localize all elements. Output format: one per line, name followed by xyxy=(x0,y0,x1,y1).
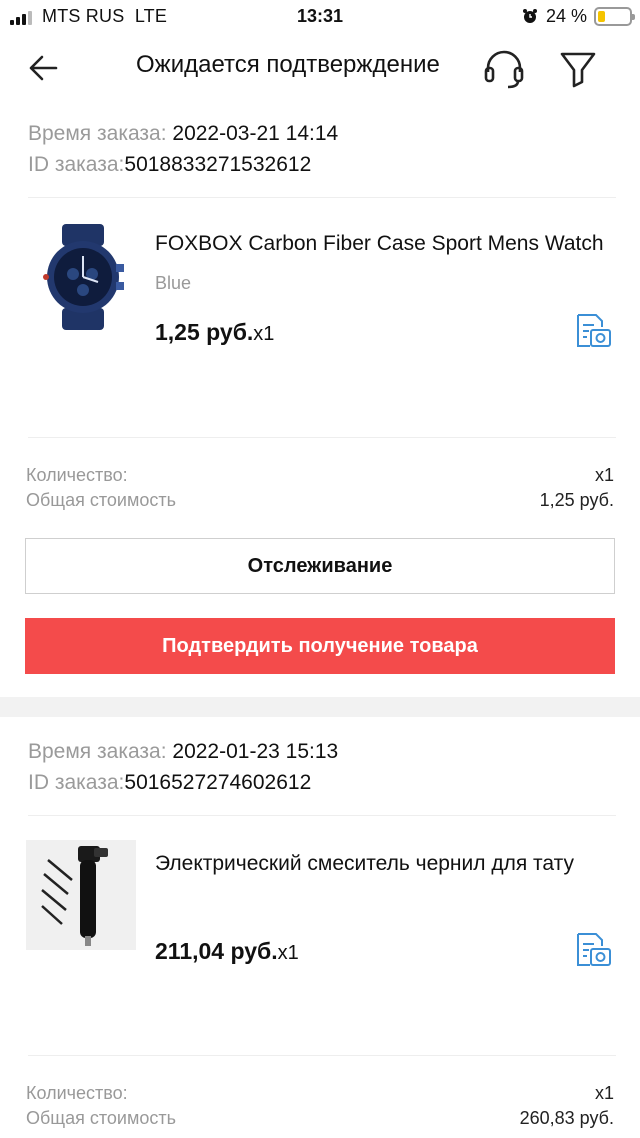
quantity-value: x1 xyxy=(594,1083,614,1103)
receipt-photo-icon[interactable] xyxy=(574,313,612,349)
order-time-label: Время заказа: xyxy=(28,740,167,763)
order-time: Время заказа: 2022-01-23 15:13 xyxy=(28,740,338,764)
order-id-value: 5016527274602612 xyxy=(124,771,312,794)
status-bar: MTS RUS LTE 13:31 24 % xyxy=(0,0,640,34)
receipt-photo-icon[interactable] xyxy=(574,932,612,968)
total-value: 1,25 руб. xyxy=(539,490,614,510)
battery-fill xyxy=(598,11,606,22)
divider xyxy=(28,197,616,198)
section-separator xyxy=(0,697,640,717)
quantity-label: Количество: xyxy=(26,1083,128,1103)
total-row: Общая стоимость 1,25 руб. xyxy=(26,490,614,511)
order-time-value: 2022-03-21 14:14 xyxy=(166,122,339,145)
product-price: 1,25 руб.x1 xyxy=(155,319,274,346)
product-price: 211,04 руб.x1 xyxy=(155,938,299,965)
order-time-label: Время заказа: xyxy=(28,122,167,145)
page-title: Ожидается подтверждение xyxy=(136,51,440,78)
product-image-watch[interactable] xyxy=(26,222,136,332)
back-arrow-icon[interactable] xyxy=(24,48,64,88)
order-id-value: 5018833271532612 xyxy=(124,153,312,176)
quantity-row: Количество: x1 xyxy=(26,465,614,486)
price-qty: x1 xyxy=(253,323,275,345)
filter-icon[interactable] xyxy=(558,46,598,90)
order-time-value: 2022-01-23 15:13 xyxy=(166,740,339,763)
total-label: Общая стоимость xyxy=(26,490,176,510)
product-variant: Blue xyxy=(155,273,192,293)
divider xyxy=(28,1055,616,1056)
quantity-value: x1 xyxy=(594,465,614,485)
product-title[interactable]: Электрический смеситель чернил для тату xyxy=(155,852,615,876)
divider xyxy=(28,815,616,816)
divider xyxy=(28,437,616,438)
total-value: 260,83 руб. xyxy=(519,1108,614,1128)
quantity-label: Количество: xyxy=(26,465,128,485)
order-id: ID заказа:5018833271532612 xyxy=(28,153,311,177)
status-time: 13:31 xyxy=(296,6,344,26)
price-value: 211,04 руб. xyxy=(155,938,278,964)
order-id: ID заказа:5016527274602612 xyxy=(28,771,311,795)
alarm-icon xyxy=(523,9,537,23)
battery-percent: 24 % xyxy=(546,6,588,26)
total-row: Общая стоимость 260,83 руб. xyxy=(26,1108,614,1129)
price-qty: x1 xyxy=(277,942,299,964)
price-value: 1,25 руб. xyxy=(155,319,254,345)
quantity-row: Количество: x1 xyxy=(26,1083,614,1104)
product-title[interactable]: FOXBOX Carbon Fiber Case Sport Mens Watc… xyxy=(155,232,615,256)
confirm-receipt-button[interactable]: Подтвердить получение товара xyxy=(25,618,615,674)
product-image-mixer[interactable] xyxy=(26,840,136,950)
headset-icon[interactable] xyxy=(482,46,526,90)
header: Ожидается подтверждение xyxy=(0,34,640,98)
order-id-label: ID заказа: xyxy=(28,153,125,176)
total-label: Общая стоимость xyxy=(26,1108,176,1128)
order-id-label: ID заказа: xyxy=(28,771,125,794)
order-time: Время заказа: 2022-03-21 14:14 xyxy=(28,122,338,146)
battery-icon xyxy=(594,7,635,26)
tracking-button[interactable]: Отслеживание xyxy=(25,538,615,594)
